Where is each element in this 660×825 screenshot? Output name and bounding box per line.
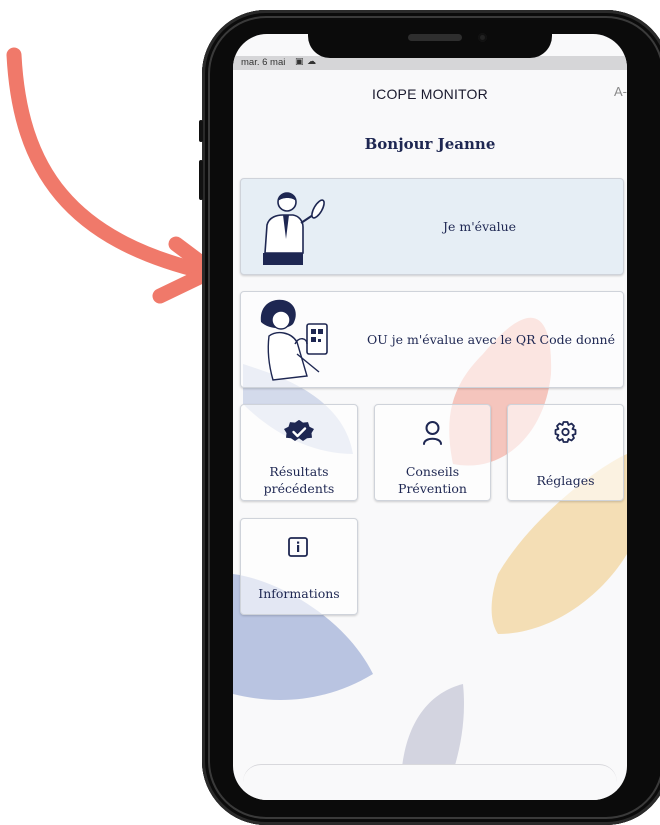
qr-assess-button[interactable]: OU je m'évalue avec le QR Code donné: [240, 291, 624, 388]
phone-mute-switch: [199, 120, 203, 142]
status-bar: mar. 6 mai ▣ ☁: [233, 56, 627, 70]
cloud-icon: ☁: [307, 57, 316, 67]
bottom-bar: [243, 764, 617, 800]
speaker-grille: [408, 34, 462, 41]
self-assess-label: Je m'évalue: [443, 219, 517, 234]
app-header: ICOPE MONITOR: [233, 84, 627, 103]
prevention-advice-tile[interactable]: Conseils Prévention: [374, 404, 491, 501]
app-title: ICOPE MONITOR: [372, 86, 488, 102]
self-assess-button[interactable]: Je m'évalue: [240, 178, 624, 275]
previous-results-label-2: précédents: [263, 481, 335, 496]
prevention-advice-label-1: Conseils: [405, 464, 460, 479]
previous-results-tile[interactable]: Résultats précédents: [240, 404, 358, 501]
gallery-icon: ▣: [295, 57, 304, 67]
man-with-magnifier-illustration: [263, 192, 325, 265]
verified-badge-icon: [284, 420, 314, 442]
info-icon: [288, 537, 308, 557]
settings-tile[interactable]: Réglages: [507, 404, 624, 501]
prevention-advice-label-2: Prévention: [398, 481, 467, 496]
woman-scanning-qr-illustration: [260, 299, 328, 381]
phone-volume-up: [199, 160, 203, 200]
information-tile[interactable]: Informations: [240, 518, 358, 615]
previous-results-label-1: Résultats: [269, 464, 329, 479]
font-size-toggle[interactable]: A-: [614, 84, 627, 99]
settings-label: Réglages: [536, 473, 595, 488]
status-time: mar. 6 mai: [241, 57, 286, 68]
app-screen: mar. 6 mai ▣ ☁ ICOPE MONITOR A- Bonjour …: [233, 34, 627, 800]
greeting-heading: Bonjour Jeanne: [364, 135, 496, 153]
qr-assess-label: OU je m'évalue avec le QR Code donné: [367, 332, 615, 347]
person-icon: [423, 421, 442, 445]
front-camera-icon: [478, 33, 487, 42]
information-label: Informations: [258, 586, 340, 601]
phone-notch: [308, 22, 552, 58]
gear-icon: [554, 421, 577, 443]
